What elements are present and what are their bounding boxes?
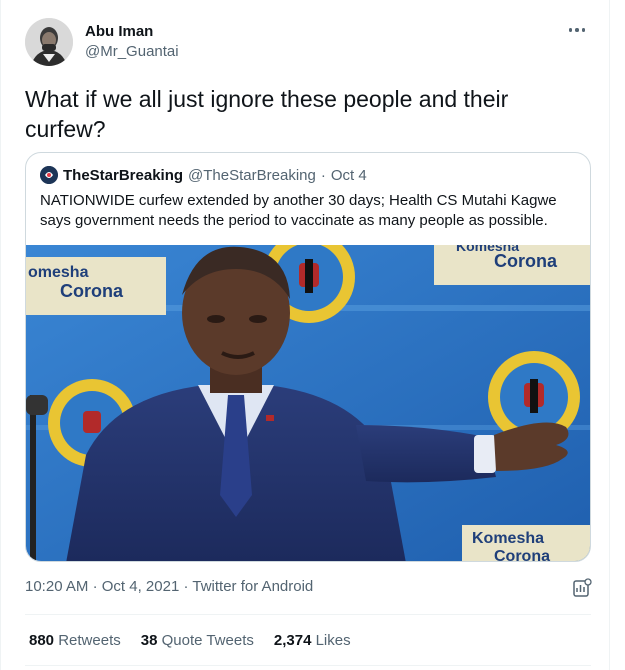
tweet-text: What if we all just ignore these people … — [25, 86, 509, 142]
quote-tweets-label: Quote Tweets — [161, 632, 254, 649]
divider — [25, 614, 591, 615]
author-name[interactable]: Abu Iman — [85, 23, 153, 40]
retweets-label: Retweets — [58, 632, 121, 649]
quoted-author-handle[interactable]: @TheStarBreaking — [188, 167, 316, 184]
sign-bottom-line2: Corona — [494, 548, 550, 562]
author-handle[interactable]: @Mr_Guantai — [85, 43, 179, 60]
tweet-date[interactable]: Oct 4, 2021 — [102, 578, 180, 595]
quoted-author-avatar[interactable] — [40, 166, 58, 184]
sign-left-line2: Corona — [60, 281, 124, 301]
likes-label: Likes — [315, 632, 351, 649]
likes-count: 2,374 — [273, 632, 312, 649]
more-horizontal-icon — [568, 28, 573, 32]
quoted-tweet-text: NATIONWIDE curfew extended by another 30… — [40, 192, 557, 229]
separator-dot: · — [92, 578, 98, 595]
more-horizontal-icon-dot — [581, 28, 586, 32]
divider — [25, 665, 591, 666]
author-avatar[interactable] — [25, 18, 73, 66]
more-horizontal-icon-dot — [575, 28, 579, 32]
sign-right-top: Corona — [494, 251, 558, 271]
quote-tweets-count: 38 — [140, 632, 158, 649]
retweets-stat[interactable]: 880 Retweets — [29, 632, 121, 649]
quoted-tweet-header: TheStarBreaking @TheStarBreaking · Oct 4 — [40, 165, 367, 185]
tweet-card: Abu Iman @Mr_Guantai What if we all just… — [0, 0, 610, 670]
sign-left-line1: omesha — [28, 264, 89, 281]
sign-bottom-line1: Komesha — [472, 530, 544, 547]
likes-stat[interactable]: 2,374 Likes — [274, 632, 351, 649]
quoted-tweet[interactable]: TheStarBreaking @TheStarBreaking · Oct 4… — [25, 152, 591, 562]
quoted-tweet-image[interactable]: omesha Corona Komesha Corona Komesha Cor… — [26, 231, 590, 562]
more-options-button[interactable] — [565, 18, 589, 42]
quoted-tweet-date[interactable]: Oct 4 — [331, 167, 367, 184]
quoted-author-name[interactable]: TheStarBreaking — [63, 167, 183, 184]
analytics-icon[interactable] — [572, 578, 592, 598]
tweet-time[interactable]: 10:20 AM — [25, 578, 88, 595]
retweets-count: 880 — [29, 632, 55, 649]
quote-tweets-stat[interactable]: 38 Quote Tweets — [141, 632, 254, 649]
tweet-stats: 880 Retweets 38 Quote Tweets 2,374 Likes — [29, 632, 351, 649]
tweet-meta: 10:20 AM · Oct 4, 2021 · Twitter for And… — [25, 578, 313, 595]
tweet-client[interactable]: Twitter for Android — [192, 578, 313, 595]
separator-dot: · — [183, 578, 189, 595]
separator-dot: · — [320, 166, 326, 184]
